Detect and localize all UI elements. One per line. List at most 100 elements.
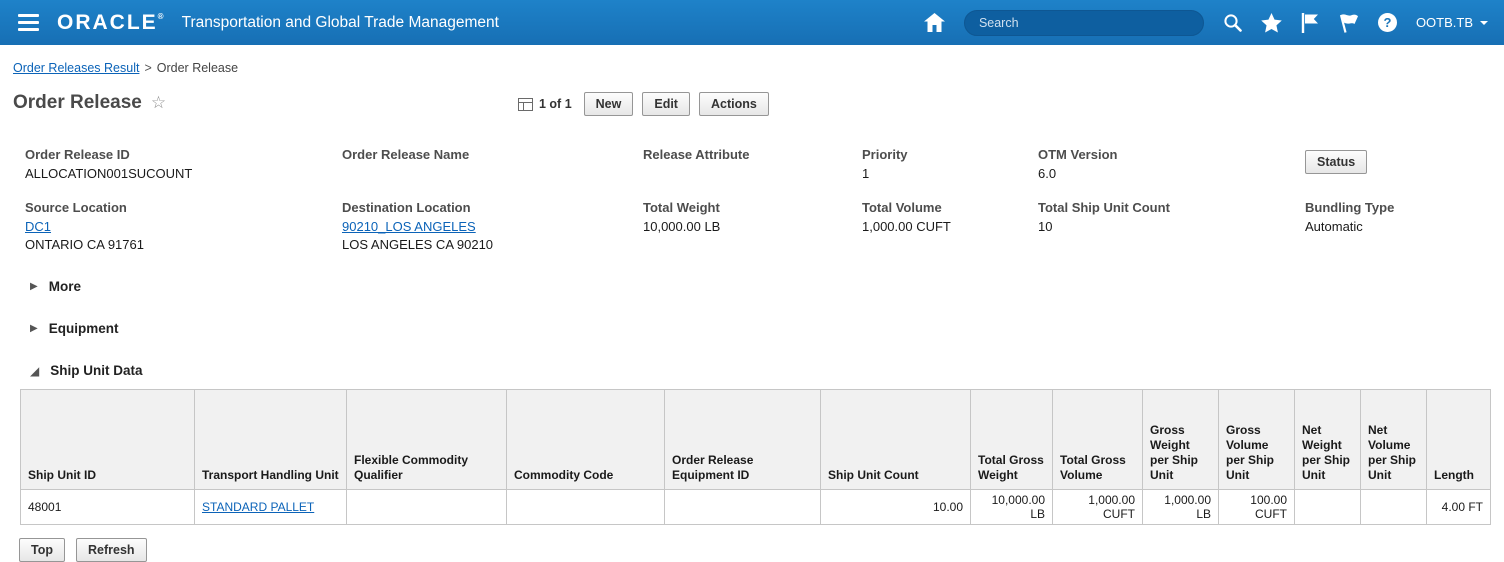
cell-ship-unit-count: 10.00	[820, 489, 971, 525]
col-gross-volume-per-ship-unit[interactable]: Gross Volume per Ship Unit	[1218, 389, 1295, 490]
destination-location-label: Destination Location	[342, 200, 471, 215]
grid-view-icon[interactable]	[518, 97, 533, 111]
total-volume-label: Total Volume	[862, 200, 942, 215]
col-total-gross-weight[interactable]: Total Gross Weight	[970, 389, 1053, 490]
priority-value: 1	[862, 166, 870, 181]
edit-button[interactable]: Edit	[642, 92, 690, 116]
col-flexible-commodity-qualifier[interactable]: Flexible Commodity Qualifier	[346, 389, 507, 490]
ship-unit-table: Ship Unit ID Transport Handling Unit Fle…	[20, 389, 1491, 525]
total-volume-value: 1,000.00 CUFT	[862, 219, 951, 234]
home-icon[interactable]	[923, 13, 945, 32]
col-ship-unit-count[interactable]: Ship Unit Count	[820, 389, 971, 490]
chevron-right-icon: ▶	[30, 280, 38, 292]
cell-gross-weight-per-ship-unit: 1,000.00 LB	[1142, 489, 1219, 525]
section-equipment-label: Equipment	[48, 321, 119, 336]
search-input[interactable]	[963, 9, 1204, 36]
col-net-volume-per-ship-unit[interactable]: Net Volume per Ship Unit	[1360, 389, 1427, 490]
field-total-volume: Total Volume 1,000.00 CUFT	[862, 200, 1038, 254]
actions-button[interactable]: Actions	[698, 92, 769, 116]
cell-transport-handling-unit: STANDARD PALLET	[194, 489, 347, 525]
section-ship-unit-data-label: Ship Unit Data	[50, 363, 143, 378]
cell-order-release-equipment-id	[664, 489, 821, 525]
star-icon[interactable]	[1261, 12, 1282, 33]
section-more-label: More	[48, 279, 81, 294]
user-menu[interactable]: OOTB.TB	[1416, 15, 1488, 30]
cell-length: 4.00 FT	[1426, 489, 1491, 525]
breadcrumb-link-order-releases-result[interactable]: Order Releases Result	[13, 61, 139, 75]
cell-net-weight-per-ship-unit	[1294, 489, 1361, 525]
field-order-release-id: Order Release ID ALLOCATION001SUCOUNT	[25, 147, 342, 183]
destination-location-address: LOS ANGELES CA 90210	[342, 237, 494, 252]
cell-net-volume-per-ship-unit	[1360, 489, 1427, 525]
otm-version-label: OTM Version	[1038, 147, 1118, 162]
bundling-type-label: Bundling Type	[1305, 200, 1395, 215]
col-gross-weight-per-ship-unit[interactable]: Gross Weight per Ship Unit	[1142, 389, 1219, 490]
header-actions: ? OOTB.TB	[923, 9, 1488, 36]
breadcrumb: Order Releases Result > Order Release	[13, 61, 1504, 75]
registered-mark: ®	[157, 11, 164, 21]
chevron-expanded-icon: ◢	[30, 363, 40, 378]
menu-icon[interactable]	[16, 10, 41, 35]
cell-gross-volume-per-ship-unit: 100.00 CUFT	[1218, 489, 1295, 525]
field-total-ship-unit-count: Total Ship Unit Count 10	[1038, 200, 1305, 254]
section-toggle-ship-unit-data[interactable]: ◢ Ship Unit Data	[30, 363, 1504, 378]
pager-text: 1 of 1	[539, 97, 572, 111]
col-ship-unit-id[interactable]: Ship Unit ID	[20, 389, 195, 490]
table-row: 48001 STANDARD PALLET 10.00 10,000.00 LB…	[20, 489, 1491, 525]
page-footer: Top Refresh	[19, 538, 1504, 562]
flag-icon[interactable]	[1301, 12, 1319, 33]
detail-sections: ▶ More ▶ Equipment ◢ Ship Unit Data	[30, 279, 1504, 378]
brand-text: ORACLE	[57, 10, 158, 34]
otm-version-value: 6.0	[1038, 166, 1057, 181]
chevron-down-icon	[1480, 20, 1488, 25]
col-order-release-equipment-id[interactable]: Order Release Equipment ID	[664, 389, 821, 490]
new-button[interactable]: New	[583, 92, 634, 116]
app-title: Transportation and Global Trade Manageme…	[181, 13, 499, 31]
order-release-name-label: Order Release Name	[342, 147, 470, 162]
cell-total-gross-volume: 1,000.00 CUFT	[1052, 489, 1143, 525]
field-total-weight: Total Weight 10,000.00 LB	[643, 200, 862, 254]
help-icon[interactable]: ?	[1377, 13, 1397, 32]
priority-label: Priority	[862, 147, 908, 162]
status-button[interactable]: Status	[1305, 150, 1368, 174]
cell-flexible-commodity-qualifier	[346, 489, 507, 525]
field-release-attribute: Release Attribute	[643, 147, 862, 183]
table-header-row: Ship Unit ID Transport Handling Unit Fle…	[20, 389, 1491, 490]
user-menu-label: OOTB.TB	[1415, 15, 1473, 30]
oracle-logo: ORACLE ®	[57, 11, 164, 35]
search-field-wrap	[963, 9, 1204, 36]
field-priority: Priority 1	[862, 147, 1038, 183]
order-release-id-value: ALLOCATION001SUCOUNT	[25, 166, 193, 181]
top-button[interactable]: Top	[19, 538, 65, 562]
total-weight-label: Total Weight	[643, 200, 720, 215]
record-toolbar: 1 of 1 New Edit Actions	[518, 92, 769, 116]
col-transport-handling-unit[interactable]: Transport Handling Unit	[194, 389, 347, 490]
source-location-label: Source Location	[25, 200, 127, 215]
bundling-type-value: Automatic	[1305, 219, 1363, 234]
release-attribute-label: Release Attribute	[643, 147, 750, 162]
refresh-button[interactable]: Refresh	[75, 538, 147, 562]
source-location-address: ONTARIO CA 91761	[25, 237, 144, 252]
order-release-id-label: Order Release ID	[25, 147, 130, 162]
summary-fields: Order Release ID ALLOCATION001SUCOUNT Or…	[0, 147, 1504, 254]
search-icon[interactable]	[1223, 13, 1242, 32]
field-bundling-type: Bundling Type Automatic	[1305, 200, 1504, 254]
wave-flag-icon[interactable]	[1338, 13, 1359, 33]
destination-location-link[interactable]: 90210_LOS ANGELES	[342, 218, 476, 236]
transport-handling-unit-link[interactable]: STANDARD PALLET	[202, 500, 314, 514]
section-toggle-more[interactable]: ▶ More	[30, 279, 1504, 294]
source-location-link[interactable]: DC1	[25, 218, 51, 236]
field-destination-location: Destination Location 90210_LOS ANGELES L…	[342, 200, 643, 254]
favorite-star-icon[interactable]: ☆	[151, 93, 166, 113]
col-length[interactable]: Length	[1426, 389, 1491, 490]
total-weight-value: 10,000.00 LB	[643, 219, 721, 234]
cell-ship-unit-id: 48001	[20, 489, 195, 525]
col-commodity-code[interactable]: Commodity Code	[506, 389, 665, 490]
section-toggle-equipment[interactable]: ▶ Equipment	[30, 321, 1504, 336]
breadcrumb-separator: >	[144, 61, 152, 75]
col-net-weight-per-ship-unit[interactable]: Net Weight per Ship Unit	[1294, 389, 1361, 490]
chevron-right-icon: ▶	[30, 322, 38, 334]
cell-commodity-code	[506, 489, 665, 525]
col-total-gross-volume[interactable]: Total Gross Volume	[1052, 389, 1143, 490]
field-otm-version: OTM Version 6.0	[1038, 147, 1305, 183]
